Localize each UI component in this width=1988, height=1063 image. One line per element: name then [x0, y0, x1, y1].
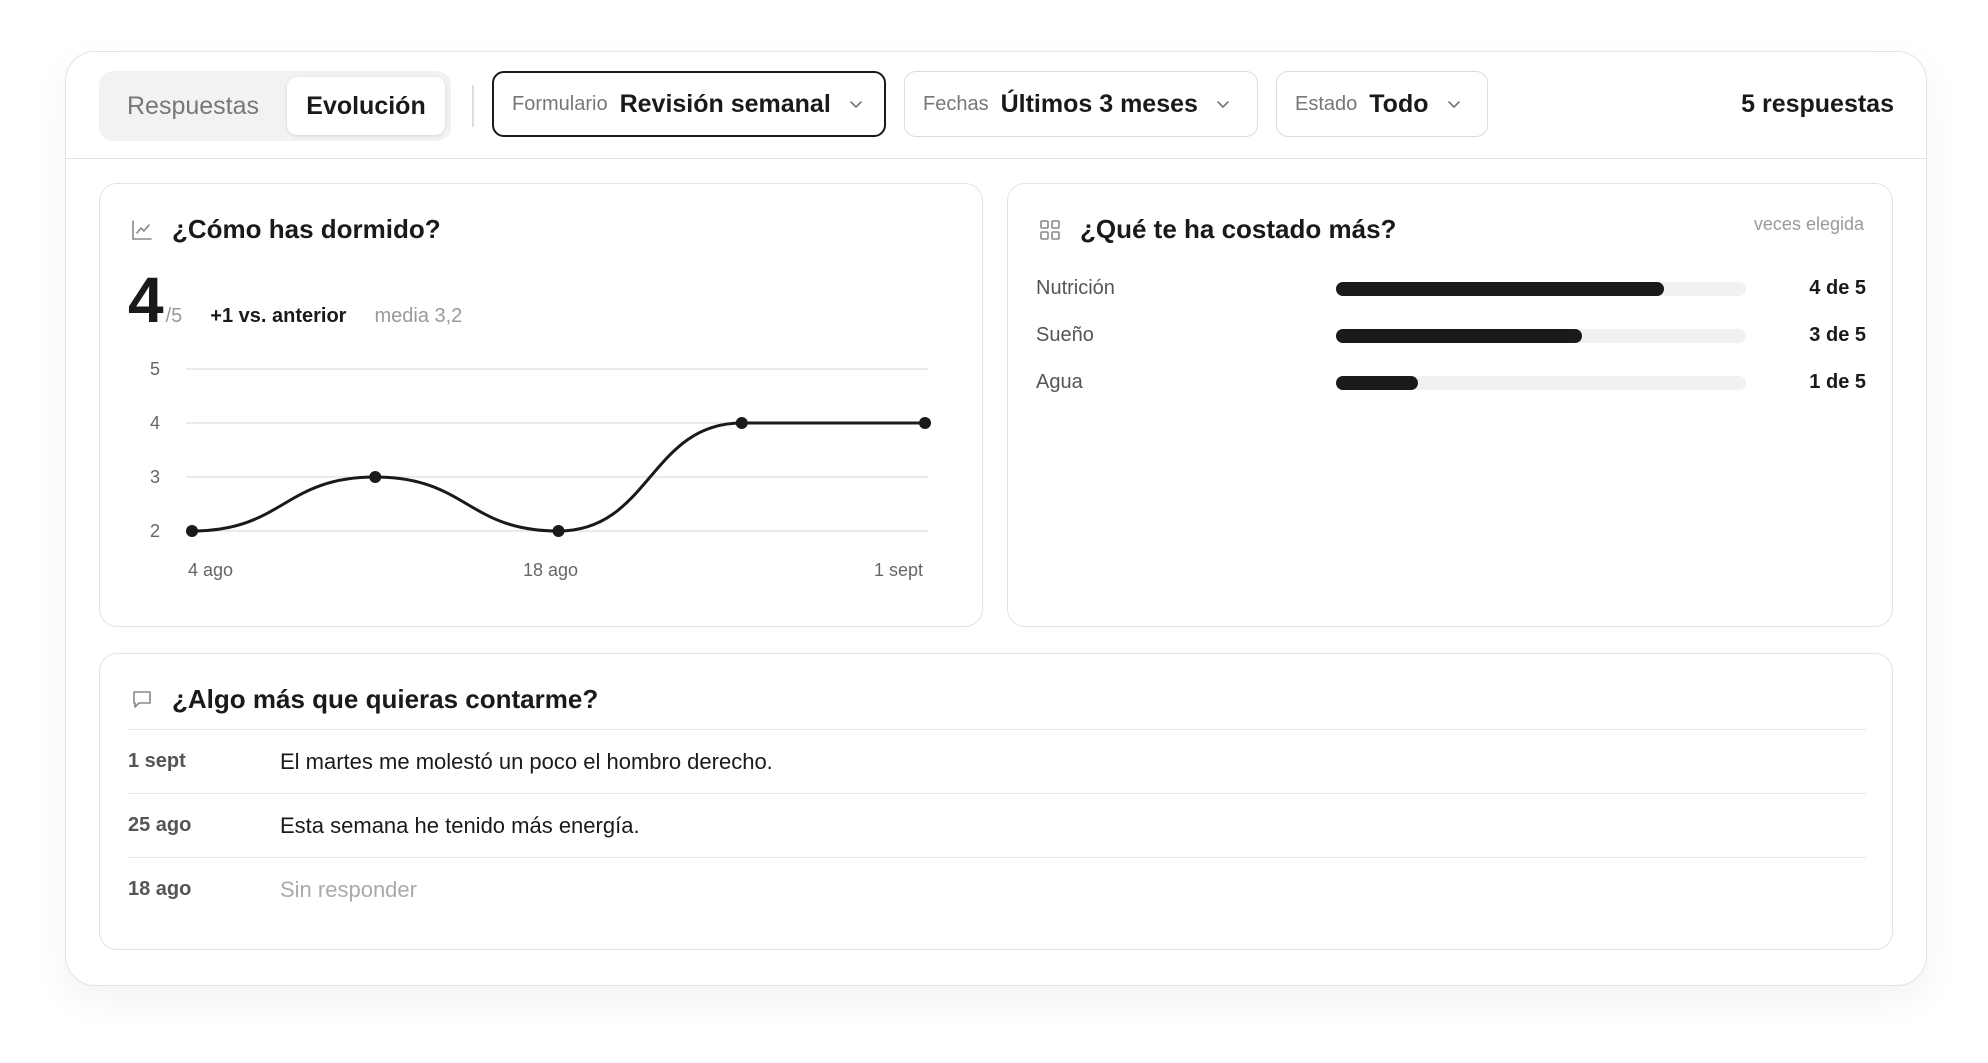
- cost-bar-fill: [1336, 329, 1582, 343]
- notes-card-title: ¿Algo más que quieras contarme?: [172, 684, 599, 714]
- form-select-value: Revisión semanal: [619, 89, 831, 118]
- cost-bar-fill: [1336, 376, 1418, 390]
- toolbar: Respuestas Evolución Formulario Revisión…: [66, 52, 1926, 159]
- cost-row: Sueño 3 de 5: [1036, 321, 1866, 351]
- note-text: El martes me molestó un poco el hombro d…: [280, 749, 773, 774]
- evolution-panel: Respuestas Evolución Formulario Revisión…: [65, 51, 1927, 986]
- notes-card-header: ¿Algo más que quieras contarme?: [130, 684, 598, 715]
- chart-point: [552, 525, 565, 537]
- cost-bar-fill: [1336, 282, 1664, 296]
- chart-x-tick-label: 18 ago: [523, 560, 578, 580]
- cost-bar-track: [1336, 282, 1746, 296]
- notes-card: ¿Algo más que quieras contarme? 1 sept E…: [99, 653, 1893, 950]
- state-select-value: Todo: [1369, 89, 1429, 118]
- cost-row-count: 3 de 5: [1809, 324, 1866, 346]
- comment-icon: [133, 690, 151, 708]
- list-item: 25 ago Esta semana he tenido más energía…: [128, 793, 1866, 857]
- dates-select-value: Últimos 3 meses: [1000, 89, 1198, 118]
- dates-select-label: Fechas: [923, 92, 989, 115]
- cost-row: Nutrición 4 de 5: [1036, 274, 1866, 304]
- cost-row-label: Sueño: [1036, 324, 1094, 346]
- chevron-down-icon: [849, 101, 862, 108]
- chart-point: [735, 417, 748, 429]
- chart-point: [919, 417, 931, 429]
- list-item: 18 ago Sin responder: [128, 857, 1866, 921]
- cost-row-label: Agua: [1036, 371, 1083, 393]
- state-select-label: Estado: [1295, 92, 1358, 115]
- cost-row: Agua 1 de 5: [1036, 368, 1866, 398]
- cost-card-title: ¿Qué te ha costado más?: [1080, 214, 1397, 244]
- note-date: 1 sept: [128, 750, 186, 772]
- note-date: 18 ago: [128, 878, 192, 900]
- chart-x-tick-label: 1 sept: [874, 560, 923, 580]
- form-select-label: Formulario: [512, 92, 608, 115]
- toolbar-divider: [472, 85, 474, 127]
- chart-y-tick-label: 5: [150, 359, 160, 379]
- state-select[interactable]: Estado Todo: [1276, 71, 1488, 137]
- chart-point: [369, 471, 382, 483]
- dates-select[interactable]: Fechas Últimos 3 meses: [904, 71, 1258, 137]
- chevron-down-icon: [1447, 101, 1460, 108]
- notes-list: 1 sept El martes me molestó un poco el h…: [128, 729, 1866, 921]
- cost-bar-track: [1336, 329, 1746, 343]
- sleep-card: ¿Cómo has dormido? 4 /5 +1 vs. anterior …: [99, 183, 983, 627]
- cost-row-count: 4 de 5: [1809, 277, 1866, 299]
- note-text: Esta semana he tenido más energía.: [280, 813, 640, 838]
- cost-bar-track: [1336, 376, 1746, 390]
- cost-card: ¿Qué te ha costado más? veces elegida Nu…: [1007, 183, 1893, 627]
- view-switch: Respuestas Evolución: [99, 71, 451, 141]
- response-count: 5 respuestas: [1741, 90, 1894, 118]
- chart-y-tick-label: 2: [150, 521, 160, 541]
- tab-responses[interactable]: Respuestas: [105, 77, 281, 135]
- form-select[interactable]: Formulario Revisión semanal: [492, 71, 886, 137]
- grid-icon: [1040, 219, 1060, 240]
- tab-evolution[interactable]: Evolución: [287, 77, 445, 135]
- chart-y-tick-label: 3: [150, 467, 160, 487]
- cost-row-count: 1 de 5: [1809, 371, 1866, 393]
- cost-card-header: ¿Qué te ha costado más?: [1038, 214, 1396, 245]
- sleep-line-chart: 2 3 4 5 4 ago 18 ago 1 sept: [150, 359, 931, 580]
- chevron-down-icon: [1217, 101, 1229, 108]
- cost-row-label: Nutrición: [1036, 277, 1115, 299]
- list-item: 1 sept El martes me molestó un poco el h…: [128, 729, 1866, 793]
- note-text-empty: Sin responder: [280, 877, 417, 902]
- note-date: 25 ago: [128, 814, 192, 836]
- chart-x-tick-label: 4 ago: [188, 560, 233, 580]
- chart-y-tick-label: 4: [150, 413, 160, 433]
- chart-point: [186, 525, 198, 537]
- cost-card-note: veces elegida: [1753, 214, 1864, 234]
